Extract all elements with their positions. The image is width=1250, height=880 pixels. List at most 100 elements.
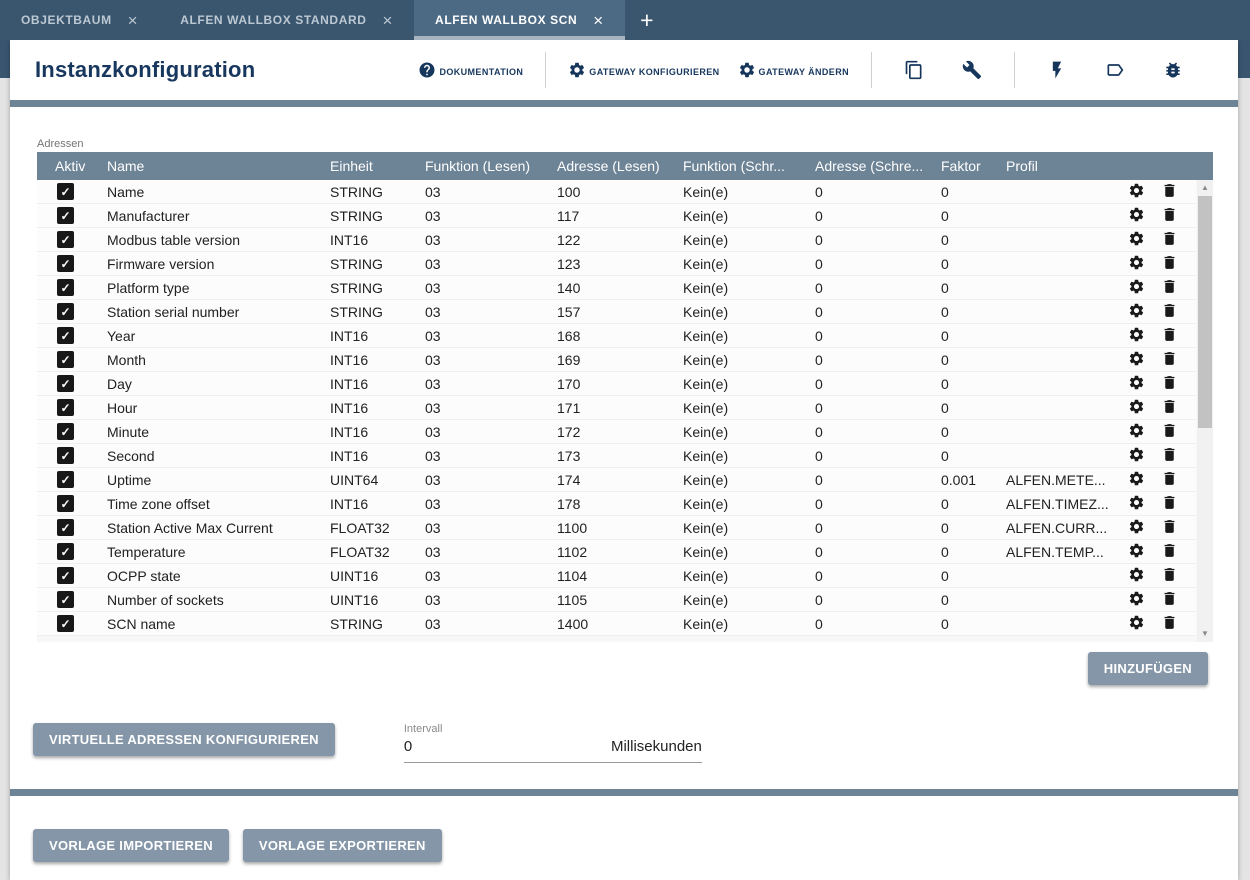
active-checkbox[interactable]: ✓ [57,183,74,200]
row-settings-button[interactable] [1128,422,1145,442]
row-delete-button[interactable] [1161,326,1178,346]
active-checkbox[interactable]: ✓ [57,399,74,416]
table-row: ✓MonthINT1603169Kein(e)00 [37,348,1196,372]
row-settings-button[interactable] [1128,518,1145,538]
import-template-button[interactable]: VORLAGE IMPORTIEREN [33,829,229,862]
flash-icon [1047,60,1067,80]
add-address-button[interactable]: HINZUFÜGEN [1088,652,1208,685]
cell-funktion-lesen: 03 [425,208,557,224]
row-delete-button[interactable] [1161,206,1178,226]
row-settings-button[interactable] [1128,278,1145,298]
row-delete-button[interactable] [1161,182,1178,202]
row-settings-button[interactable] [1128,206,1145,226]
active-checkbox[interactable]: ✓ [57,303,74,320]
tab-alfen-wallbox-standard[interactable]: ALFEN WALLBOX STANDARD× [159,0,414,40]
active-checkbox[interactable]: ✓ [57,615,74,632]
cell-funktion-schreiben: Kein(e) [683,568,815,584]
active-checkbox[interactable]: ✓ [57,255,74,272]
export-template-button[interactable]: VORLAGE EXPORTIEREN [243,829,442,862]
active-checkbox[interactable]: ✓ [57,231,74,248]
row-settings-button[interactable] [1128,230,1145,250]
gateway-configure-button[interactable]: GATEWAY KONFIGURIEREN [568,61,719,79]
row-settings-button[interactable] [1128,182,1145,202]
active-checkbox[interactable]: ✓ [57,279,74,296]
row-settings-button[interactable] [1128,470,1145,490]
cell-name: Second [107,448,330,464]
toolbar-action-label: DOKUMENTATION [439,67,523,79]
tab-close-button[interactable]: × [383,12,394,29]
tab-alfen-wallbox-scn[interactable]: ALFEN WALLBOX SCN× [414,0,625,40]
row-delete-button[interactable] [1161,302,1178,322]
row-delete-button[interactable] [1161,398,1178,418]
row-delete-button[interactable] [1161,254,1178,274]
cell-name: Temperature [107,544,330,560]
active-checkbox[interactable]: ✓ [57,327,74,344]
row-delete-button[interactable] [1161,230,1178,250]
active-checkbox[interactable]: ✓ [57,447,74,464]
row-delete-button[interactable] [1161,590,1178,610]
row-settings-button[interactable] [1128,302,1145,322]
row-delete-button[interactable] [1161,614,1178,634]
row-settings-button[interactable] [1128,566,1145,586]
active-checkbox[interactable]: ✓ [57,591,74,608]
row-settings-button[interactable] [1128,446,1145,466]
cell-name: Year [107,328,330,344]
row-delete-button[interactable] [1161,494,1178,514]
row-settings-button[interactable] [1128,326,1145,346]
active-checkbox[interactable]: ✓ [57,423,74,440]
configure-virtual-addresses-button[interactable]: VIRTUELLE ADRESSEN KONFIGURIEREN [33,723,335,756]
cell-actions [1128,182,1196,202]
gateway-edit-button[interactable]: GATEWAY ÄNDERN [738,61,849,79]
active-checkbox[interactable]: ✓ [57,375,74,392]
row-settings-button[interactable] [1128,542,1145,562]
cell-name: Day [107,376,330,392]
scroll-down-icon[interactable]: ▼ [1197,626,1213,642]
row-delete-button[interactable] [1161,566,1178,586]
scroll-up-icon[interactable]: ▲ [1197,180,1213,196]
tag-button[interactable] [1105,60,1125,80]
tab-objektbaum[interactable]: OBJEKTBAUM× [0,0,159,40]
copy-button[interactable] [904,60,924,80]
active-checkbox[interactable]: ✓ [57,495,74,512]
row-delete-button[interactable] [1161,278,1178,298]
flash-button[interactable] [1047,60,1067,80]
row-delete-button[interactable] [1161,422,1178,442]
row-delete-button[interactable] [1161,518,1178,538]
active-checkbox[interactable]: ✓ [57,519,74,536]
row-settings-button[interactable] [1128,398,1145,418]
cell-funktion-lesen: 03 [425,616,557,632]
interval-input[interactable] [404,738,524,755]
active-checkbox[interactable]: ✓ [57,471,74,488]
active-checkbox[interactable]: ✓ [57,207,74,224]
active-checkbox[interactable]: ✓ [57,351,74,368]
tab-close-button[interactable]: × [593,12,604,29]
table-scrollbar[interactable]: ▲ ▼ [1197,180,1213,642]
cell-adresse-lesen: 168 [557,328,683,344]
tools-button[interactable] [962,60,982,80]
row-settings-button[interactable] [1128,494,1145,514]
active-checkbox[interactable]: ✓ [57,543,74,560]
column-header-0: Aktiv [37,158,107,174]
cell-adresse-lesen: 173 [557,448,683,464]
row-settings-button[interactable] [1128,254,1145,274]
row-settings-button[interactable] [1128,350,1145,370]
row-delete-button[interactable] [1161,446,1178,466]
row-settings-button[interactable] [1128,614,1145,634]
gear-icon [1128,374,1145,391]
row-delete-button[interactable] [1161,470,1178,490]
debug-button[interactable] [1163,60,1183,80]
new-tab-button[interactable]: + [625,0,669,40]
active-checkbox[interactable]: ✓ [57,567,74,584]
scrollbar-thumb[interactable] [1198,196,1212,428]
tab-close-button[interactable]: × [128,12,139,29]
cell-adresse-lesen: 157 [557,304,683,320]
cell-adresse-schreiben: 0 [815,352,941,368]
cell-funktion-schreiben: Kein(e) [683,208,815,224]
documentation-button[interactable]: DOKUMENTATION [418,61,523,79]
row-delete-button[interactable] [1161,542,1178,562]
row-delete-button[interactable] [1161,374,1178,394]
row-settings-button[interactable] [1128,374,1145,394]
cell-funktion-lesen: 03 [425,496,557,512]
row-settings-button[interactable] [1128,590,1145,610]
row-delete-button[interactable] [1161,350,1178,370]
